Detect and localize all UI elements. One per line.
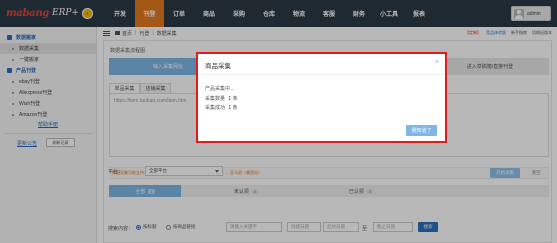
got-it-button[interactable]: 我知道了 [406,125,437,136]
collect-count-unit: 条 [232,96,238,102]
collect-count-label: 采集数量 [205,96,226,102]
modal-divider [198,74,445,75]
collect-count: 采集数量 1 条 [205,95,238,102]
collect-success-unit: 条 [232,105,238,111]
collect-modal: 商品采集 × 产品采集中... 采集数量 1 条 采集成功 1 条 我知道了 [198,54,445,141]
close-icon[interactable]: × [435,59,439,66]
collect-success-label: 采集成功 [205,105,226,111]
modal-title: 商品采集 [205,63,231,70]
collect-status: 产品采集中... [205,86,235,92]
collect-success-value: 1 [228,105,232,111]
collect-count-value: 1 [228,96,232,102]
collect-success: 采集成功 1 条 [205,104,238,111]
